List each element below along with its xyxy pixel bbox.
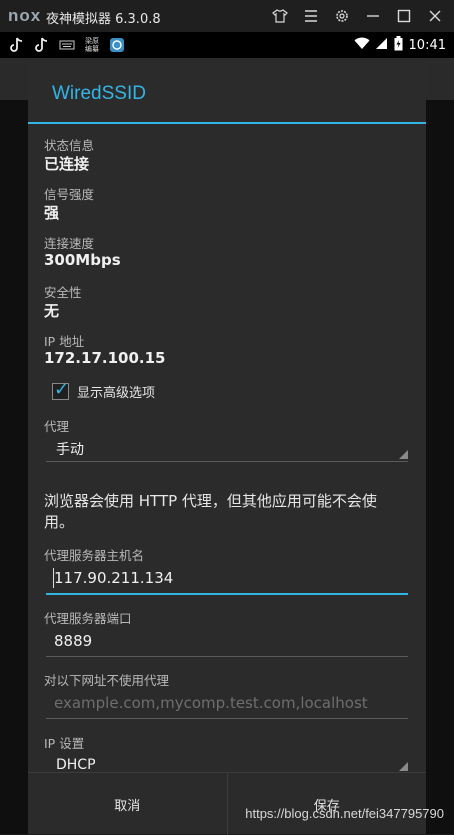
dialog-buttons: 取消 保存	[28, 772, 426, 835]
bypass-label: 对以下网址不使用代理	[44, 673, 170, 688]
hostname-input[interactable]: 117.90.211.134	[46, 565, 408, 595]
ip-settings-spinner[interactable]: DHCP	[46, 751, 408, 773]
emulator-title-bar: nox 夜神模拟器 6.3.0.8	[0, 0, 454, 32]
close-icon[interactable]	[424, 5, 446, 27]
bypass-placeholder: example.com,mycomp.test.com,localhost	[54, 694, 368, 712]
dropdown-arrow-icon	[399, 762, 408, 771]
nox-logo: nox	[8, 6, 42, 25]
wifi-dialog: WiredSSID 状态信息 已连接 信号强度 强 连接速度 300Mbps 安…	[28, 63, 426, 835]
speed-value: 300Mbps	[44, 251, 121, 269]
status-label: 状态信息	[44, 138, 95, 153]
wifi-icon	[354, 37, 370, 54]
security-label: 安全性	[44, 285, 82, 300]
maximize-icon[interactable]	[393, 5, 415, 27]
store-icon	[108, 36, 126, 54]
advanced-options-checkbox[interactable]: ✓	[52, 379, 69, 400]
proxy-note: 浏览器会使用 HTTP 代理，但其他应用可能不会使用。	[44, 492, 377, 531]
android-status-bar: 梁原 编纂 10:41	[0, 32, 454, 58]
signal-icon	[375, 37, 388, 54]
proxy-spinner[interactable]: 手动	[46, 433, 408, 462]
bypass-input[interactable]: example.com,mycomp.test.com,localhost	[46, 690, 408, 719]
tiktok-icon	[8, 36, 26, 54]
speed-label: 连接速度	[44, 236, 95, 251]
watermark-text: https://blog.csdn.net/fei347795790	[245, 806, 444, 821]
status-time: 10:41	[408, 38, 446, 53]
gear-icon[interactable]	[331, 5, 353, 27]
port-value: 8889	[54, 632, 93, 650]
hostname-label: 代理服务器主机名	[44, 548, 145, 563]
keyboard-icon	[58, 36, 76, 54]
advanced-options-label: 显示高级选项	[77, 386, 156, 401]
ip-value: 172.17.100.15	[44, 349, 166, 367]
cancel-button[interactable]: 取消	[28, 773, 227, 835]
port-label: 代理服务器端口	[44, 611, 132, 626]
signal-value: 强	[44, 204, 60, 222]
signal-label: 信号强度	[44, 187, 95, 202]
app-icon: 梁原 编纂	[85, 37, 99, 53]
emulator-title: 夜神模拟器 6.3.0.8	[46, 12, 161, 27]
ip-settings-label: IP 设置	[44, 736, 85, 751]
ip-settings-value: DHCP	[56, 757, 96, 773]
ip-label: IP 地址	[44, 334, 85, 349]
window-controls	[269, 5, 446, 27]
security-value: 无	[44, 302, 60, 320]
tiktok-icon	[33, 36, 51, 54]
advanced-options-row[interactable]: ✓ 显示高级选项	[52, 379, 156, 401]
port-input[interactable]: 8889	[46, 628, 408, 657]
title-divider	[28, 122, 426, 124]
menu-icon[interactable]	[300, 5, 322, 27]
minimize-icon[interactable]	[362, 5, 384, 27]
check-icon: ✓	[54, 379, 70, 400]
hostname-value: 117.90.211.134	[54, 569, 174, 587]
proxy-value: 手动	[56, 442, 84, 458]
dropdown-arrow-icon	[399, 450, 408, 459]
status-value: 已连接	[44, 155, 90, 173]
shirt-icon[interactable]	[269, 5, 291, 27]
battery-icon	[394, 36, 403, 55]
dialog-title: WiredSSID	[52, 83, 146, 104]
save-button[interactable]: 保存	[226, 773, 427, 835]
